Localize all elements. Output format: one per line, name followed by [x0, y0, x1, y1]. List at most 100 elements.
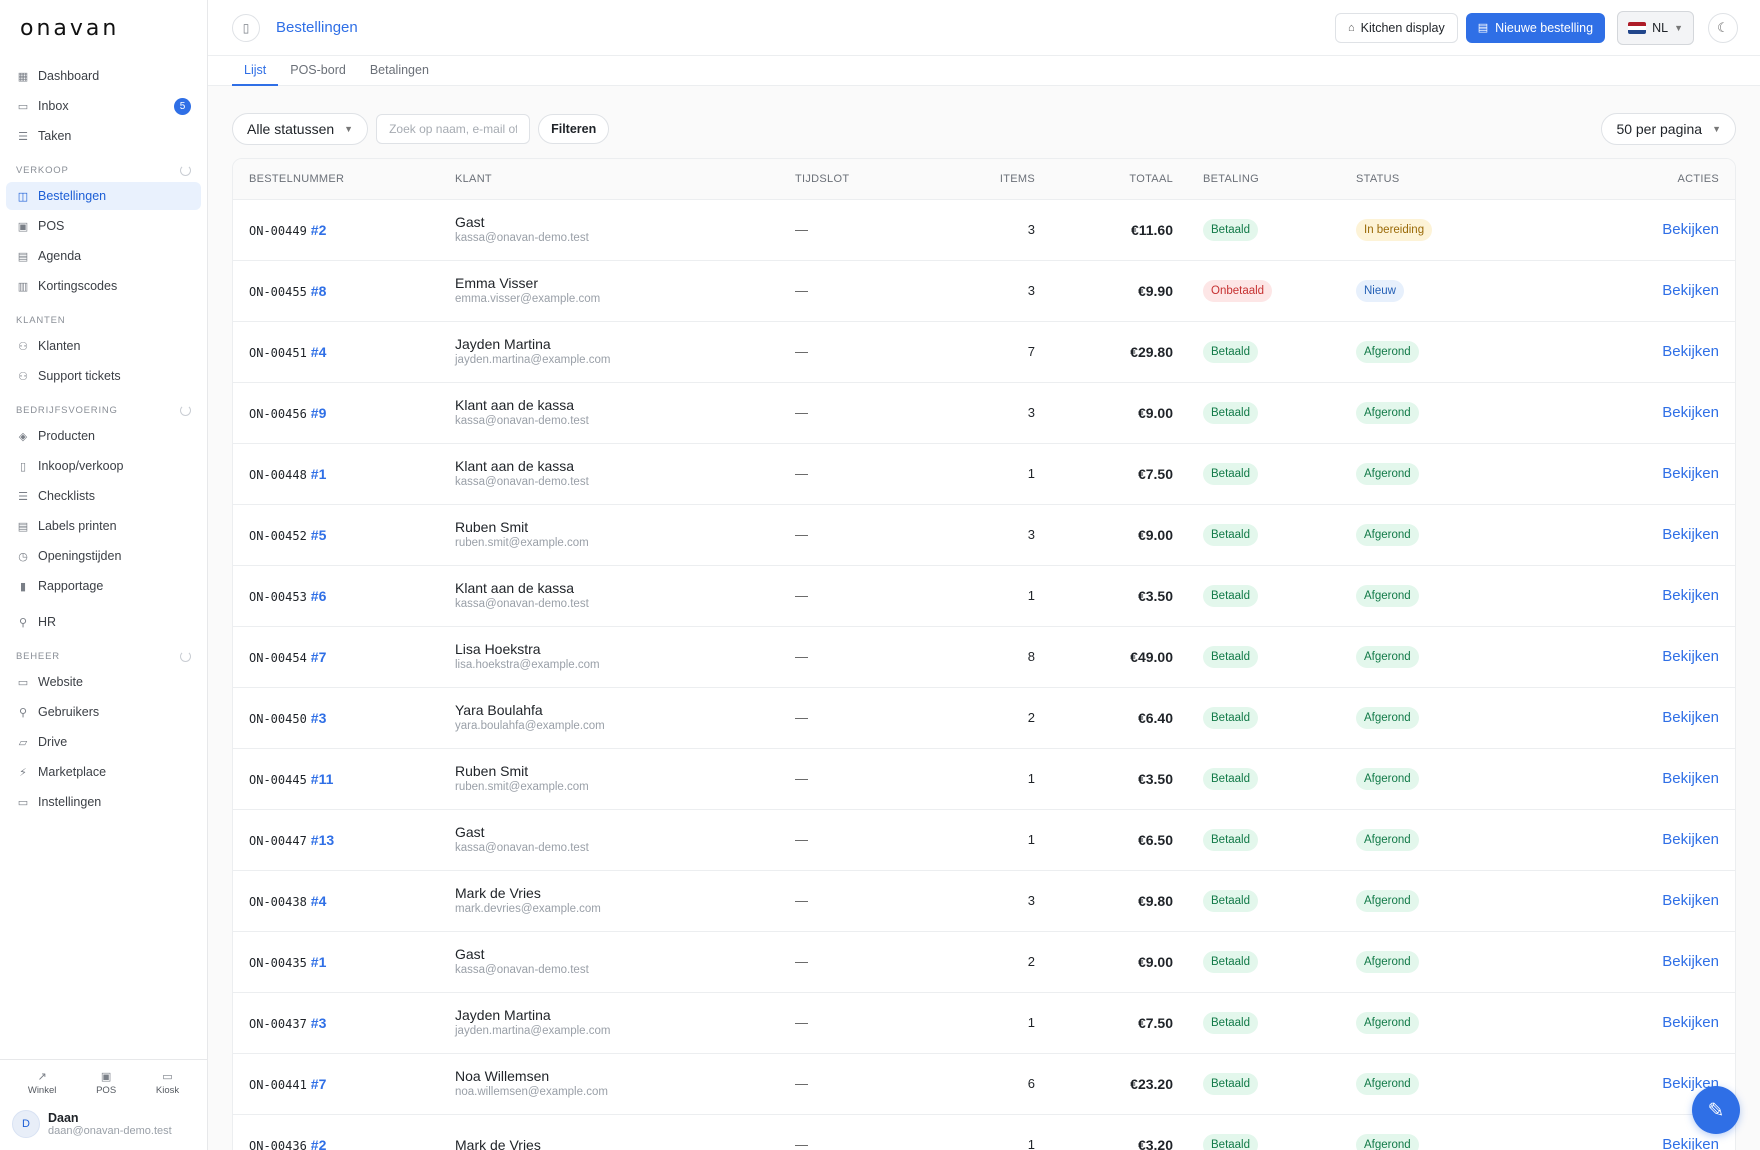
header-timeslot[interactable]: TIJDSLOT: [795, 159, 945, 200]
payment-badge: Betaald: [1203, 462, 1259, 485]
sidebar-item-pos[interactable]: ▣ POS: [6, 212, 201, 240]
view-order-link[interactable]: Bekijken: [1662, 709, 1719, 726]
view-order-link[interactable]: Bekijken: [1662, 953, 1719, 970]
order-sequence-link[interactable]: #1: [311, 954, 327, 970]
table-row[interactable]: ON-00441 #7 Noa Willemsen noa.willemsen@exa…: [233, 1053, 1735, 1115]
filter-toolbar: Alle statussen ▼ Filteren 50 per pagina …: [208, 86, 1760, 150]
header-number[interactable]: BESTELNUMMER: [233, 159, 455, 200]
tab-lijst[interactable]: Lijst: [232, 56, 279, 86]
order-sequence-link[interactable]: #13: [311, 832, 334, 848]
sidebar-item-website[interactable]: ▭ Website: [6, 668, 201, 696]
table-row[interactable]: ON-00449 #2 Gast kassa@onavan-demo.test — 3 €1…: [233, 199, 1735, 261]
view-order-link[interactable]: Bekijken: [1662, 1014, 1719, 1031]
sidebar-item-openingstijden[interactable]: ◷ Openingstijden: [6, 542, 201, 570]
order-sequence-link[interactable]: #3: [311, 710, 327, 726]
sidebar-item-kortingscodes[interactable]: ▥ Kortingscodes: [6, 272, 201, 300]
view-order-link[interactable]: Bekijken: [1662, 465, 1719, 482]
table-row[interactable]: ON-00450 #3 Yara Boulahfa yara.boulahfa@exa…: [233, 687, 1735, 749]
view-order-link[interactable]: Bekijken: [1662, 221, 1719, 238]
view-order-link[interactable]: Bekijken: [1662, 343, 1719, 360]
table-row[interactable]: ON-00437 #3 Jayden Martina jayden.martina@e…: [233, 992, 1735, 1054]
table-row[interactable]: ON-00454 #7 Lisa Hoekstra lisa.hoekstra@exa…: [233, 626, 1735, 688]
header-total[interactable]: TOTAAL: [1035, 159, 1173, 200]
status-filter-select[interactable]: Alle statussen ▼: [232, 113, 369, 145]
sidebar-item-gebruikers[interactable]: ⚲ Gebruikers: [6, 698, 201, 726]
view-order-link[interactable]: Bekijken: [1662, 892, 1719, 909]
sidebar-item-inbox[interactable]: ▭ Inbox 5: [6, 92, 201, 120]
search-input[interactable]: [376, 114, 531, 144]
order-sequence-link[interactable]: #2: [311, 1137, 327, 1150]
header-payment[interactable]: BETALING: [1173, 159, 1356, 200]
sidebar-item-label: Drive: [38, 735, 68, 749]
table-row[interactable]: ON-00438 #4 Mark de Vries mark.devries@exam…: [233, 870, 1735, 932]
view-order-link[interactable]: Bekijken: [1662, 1136, 1719, 1150]
order-sequence-link[interactable]: #7: [311, 649, 327, 665]
sidebar-item-bestellingen[interactable]: ◫ Bestellingen: [6, 182, 201, 210]
order-sequence-link[interactable]: #7: [311, 1076, 327, 1092]
actions-cell: Bekijken: [1556, 260, 1735, 322]
order-sequence-link[interactable]: #4: [311, 344, 327, 360]
sidebar-item-dashboard[interactable]: ▦ Dashboard: [6, 62, 201, 90]
sidebar-item-instellingen[interactable]: ▭ Instellingen: [6, 788, 201, 816]
toggle-sidebar-button[interactable]: ▯: [232, 13, 260, 42]
order-sequence-link[interactable]: #2: [311, 222, 327, 238]
table-row[interactable]: ON-00447 #13 Gast kassa@onavan-demo.test — 1 €…: [233, 809, 1735, 871]
table-row[interactable]: ON-00435 #1 Gast kassa@onavan-demo.test — 2 €9…: [233, 931, 1735, 993]
timeslot-value: —: [795, 588, 808, 603]
sidebar-item-rapportage[interactable]: ▮ Rapportage: [6, 572, 201, 600]
table-row[interactable]: ON-00436 #2 Mark de Vries — 1 €3.20 Betaald Afg…: [233, 1114, 1735, 1150]
quick-link-kiosk[interactable]: ▭ Kiosk: [156, 1070, 179, 1096]
view-order-link[interactable]: Bekijken: [1662, 587, 1719, 604]
table-row[interactable]: ON-00452 #5 Ruben Smit ruben.smit@example.c…: [233, 504, 1735, 566]
order-sequence-link[interactable]: #4: [311, 893, 327, 909]
view-order-link[interactable]: Bekijken: [1662, 831, 1719, 848]
sidebar-item-marketplace[interactable]: ⚡ Marketplace: [6, 758, 201, 786]
table-row[interactable]: ON-00455 #8 Emma Visser emma.visser@example…: [233, 260, 1735, 322]
order-sequence-link[interactable]: #11: [311, 771, 334, 787]
quick-link-winkel[interactable]: ↗ Winkel: [28, 1070, 57, 1096]
quick-link-pos[interactable]: ▣ POS: [96, 1070, 116, 1096]
filter-button[interactable]: Filteren: [538, 114, 610, 144]
new-order-button[interactable]: ▤ Nieuwe bestelling: [1465, 12, 1606, 43]
table-row[interactable]: ON-00456 #9 Klant aan de kassa kassa@onavan…: [233, 382, 1735, 444]
table-row[interactable]: ON-00448 #1 Klant aan de kassa kassa@onavan…: [233, 443, 1735, 505]
view-order-link[interactable]: Bekijken: [1662, 770, 1719, 787]
kitchen-display-button[interactable]: ⌂ Kitchen display: [1334, 12, 1458, 43]
tab-betalingen[interactable]: Betalingen: [358, 56, 441, 86]
order-sequence-link[interactable]: #9: [311, 405, 327, 421]
tab-pos-bord[interactable]: POS-bord: [278, 56, 358, 86]
theme-toggle-button[interactable]: ☾: [1708, 12, 1738, 43]
sidebar-item-inkoop-verkoop[interactable]: ▯ Inkoop/verkoop: [6, 452, 201, 480]
order-sequence-link[interactable]: #5: [311, 527, 327, 543]
order-sequence-link[interactable]: #8: [311, 283, 327, 299]
view-order-link[interactable]: Bekijken: [1662, 282, 1719, 299]
sidebar-item-checklists[interactable]: ☰ Checklists: [6, 482, 201, 510]
payment-cell: Betaald: [1173, 809, 1356, 871]
sidebar-item-support-tickets[interactable]: ⚇ Support tickets: [6, 362, 201, 390]
order-sequence-link[interactable]: #6: [311, 588, 327, 604]
user-profile[interactable]: D Daan daan@onavan-demo.test: [0, 1102, 207, 1150]
table-row[interactable]: ON-00445 #11 Ruben Smit ruben.smit@example.…: [233, 748, 1735, 810]
sidebar-item-labels-printen[interactable]: ▤ Labels printen: [6, 512, 201, 540]
order-sequence-link[interactable]: #1: [311, 466, 327, 482]
sidebar-item-drive[interactable]: ▱ Drive: [6, 728, 201, 756]
sidebar-item-hr[interactable]: ⚲ HR: [6, 608, 201, 636]
sidebar-item-klanten[interactable]: ⚇ Klanten: [6, 332, 201, 360]
view-order-link[interactable]: Bekijken: [1662, 404, 1719, 421]
order-sequence-link[interactable]: #3: [311, 1015, 327, 1031]
sidebar-item-agenda[interactable]: ▤ Agenda: [6, 242, 201, 270]
magic-wand-button[interactable]: ✎: [1692, 1086, 1740, 1134]
table-row[interactable]: ON-00451 #4 Jayden Martina jayden.martina@e…: [233, 321, 1735, 383]
table-row[interactable]: ON-00453 #6 Klant aan de kassa kassa@onavan…: [233, 565, 1735, 627]
view-order-link[interactable]: Bekijken: [1662, 526, 1719, 543]
customer-name: Gast: [455, 824, 485, 840]
magic-wand-icon: ✎: [1707, 1099, 1725, 1122]
per-page-select[interactable]: 50 per pagina ▼: [1601, 113, 1736, 145]
language-select[interactable]: NL ▼: [1617, 10, 1694, 45]
header-items[interactable]: ITEMS: [945, 159, 1035, 200]
sidebar-item-taken[interactable]: ☰ Taken: [6, 122, 201, 150]
sidebar-item-producten[interactable]: ◈ Producten: [6, 422, 201, 450]
view-order-link[interactable]: Bekijken: [1662, 648, 1719, 665]
header-status[interactable]: STATUS: [1356, 159, 1556, 200]
header-customer[interactable]: KLANT: [455, 159, 795, 200]
